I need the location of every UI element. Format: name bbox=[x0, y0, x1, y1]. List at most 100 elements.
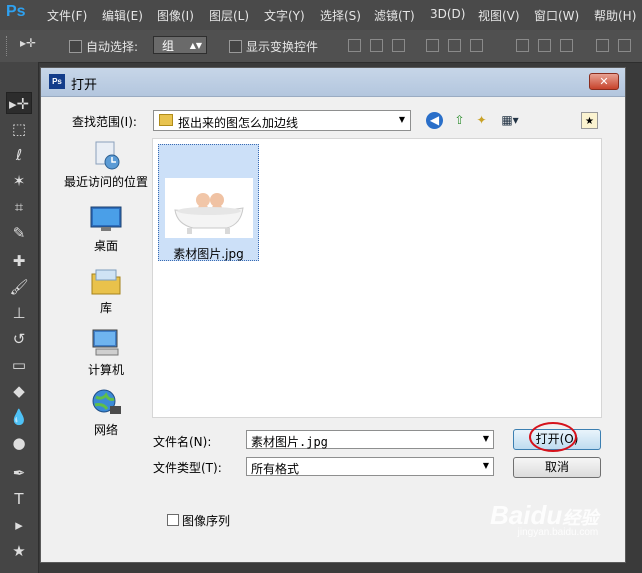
menu-help[interactable]: 帮助(H) bbox=[594, 7, 636, 24]
distribute-bottom-icon[interactable] bbox=[560, 39, 573, 52]
favorites-folder-icon[interactable]: ★ bbox=[581, 112, 598, 129]
move-tool-icon[interactable]: ▸✛ bbox=[6, 92, 32, 114]
menu-edit[interactable]: 编辑(E) bbox=[102, 7, 143, 24]
path-select-tool-icon[interactable]: ▸ bbox=[6, 514, 32, 536]
options-bar-grip[interactable] bbox=[6, 36, 10, 56]
place-computer[interactable]: 计算机 bbox=[58, 328, 154, 378]
chevron-down-icon[interactable]: ▼ bbox=[483, 434, 489, 443]
place-label: 库 bbox=[99, 301, 112, 315]
crop-tool-icon[interactable]: ⌗ bbox=[6, 196, 32, 218]
image-sequence-checkbox[interactable] bbox=[167, 514, 179, 526]
menu-layer[interactable]: 图层(L) bbox=[209, 7, 249, 24]
menu-file[interactable]: 文件(F) bbox=[47, 7, 87, 24]
shape-tool-icon[interactable]: ★ bbox=[6, 540, 32, 562]
auto-select-checkbox[interactable] bbox=[69, 40, 82, 53]
paint-bucket-tool-icon[interactable]: ◆ bbox=[6, 380, 32, 402]
align-top-icon[interactable] bbox=[348, 39, 361, 52]
dialog-titlebar[interactable]: Ps 打开 ✕ bbox=[41, 68, 625, 97]
align-bottom-icon[interactable] bbox=[392, 39, 405, 52]
places-bar: 最近访问的位置 桌面 库 计算机 网络 bbox=[58, 136, 154, 492]
place-network[interactable]: 网络 bbox=[58, 388, 154, 438]
eraser-tool-icon[interactable]: ▭ bbox=[6, 354, 32, 376]
lasso-tool-icon[interactable]: ℓ bbox=[6, 144, 32, 166]
dialog-title: 打开 bbox=[71, 78, 98, 93]
file-name: 素材图片.jpg bbox=[173, 247, 244, 261]
menu-select[interactable]: 选择(S) bbox=[320, 7, 361, 24]
move-tool-preset-icon[interactable]: ▸✛ bbox=[20, 36, 36, 50]
marquee-tool-icon[interactable]: ⬚ bbox=[6, 118, 32, 140]
align-hcenter-icon[interactable] bbox=[448, 39, 461, 52]
distribute-hcenter-icon[interactable] bbox=[618, 39, 631, 52]
file-type-label: 文件类型(T): bbox=[153, 461, 222, 475]
distribute-top-icon[interactable] bbox=[516, 39, 529, 52]
new-folder-icon[interactable]: ✦ bbox=[473, 112, 490, 129]
healing-tool-icon[interactable]: ✚ bbox=[6, 250, 32, 272]
open-dialog: Ps 打开 ✕ 查找范围(I): 抠出来的图怎么加边线 ▼ ◀ ⇧ ✦ ▦▾ ★… bbox=[40, 67, 626, 563]
photoshop-app-icon: Ps bbox=[49, 74, 65, 89]
menu-3d[interactable]: 3D(D) bbox=[430, 7, 465, 21]
computer-icon bbox=[90, 328, 122, 358]
options-bar: ▸✛ 自动选择: 组 ▲▼ 显示变换控件 bbox=[0, 30, 642, 63]
stamp-tool-icon[interactable]: ⊥ bbox=[6, 302, 32, 324]
cancel-button[interactable]: 取消 bbox=[513, 457, 601, 478]
menu-image[interactable]: 图像(I) bbox=[157, 7, 194, 24]
distribute-left-icon[interactable] bbox=[596, 39, 609, 52]
place-label: 桌面 bbox=[93, 239, 118, 253]
file-type-dropdown[interactable]: 所有格式 ▼ bbox=[246, 457, 494, 476]
auto-select-value: 组 bbox=[162, 39, 175, 53]
place-label: 计算机 bbox=[87, 363, 124, 377]
recent-places-icon bbox=[90, 140, 122, 170]
brush-tool-icon[interactable]: 🖌 bbox=[6, 276, 32, 298]
eyedropper-tool-icon[interactable]: ✎ bbox=[6, 222, 32, 244]
libraries-icon bbox=[90, 266, 122, 296]
file-item[interactable]: 素材图片.jpg bbox=[158, 144, 259, 261]
chevron-down-icon: ▼ bbox=[482, 461, 489, 470]
history-brush-tool-icon[interactable]: ↺ bbox=[6, 328, 32, 350]
chevron-down-icon: ▼ bbox=[398, 115, 405, 124]
baidu-watermark: Baidu经验 jingyan.baidu.com bbox=[490, 500, 598, 538]
file-name-input[interactable]: 素材图片.jpg ▼ bbox=[246, 430, 494, 449]
menu-bar: Ps 文件(F) 编辑(E) 图像(I) 图层(L) 文字(Y) 选择(S) 滤… bbox=[0, 0, 642, 30]
network-icon bbox=[90, 388, 122, 418]
align-vcenter-icon[interactable] bbox=[370, 39, 383, 52]
file-list[interactable]: 素材图片.jpg bbox=[152, 138, 602, 418]
file-name-value: 素材图片.jpg bbox=[251, 435, 328, 449]
file-name-label: 文件名(N): bbox=[153, 435, 212, 449]
look-in-dropdown[interactable]: 抠出来的图怎么加边线 ▼ bbox=[153, 110, 411, 131]
look-in-label: 查找范围(I): bbox=[72, 115, 137, 129]
desktop-icon bbox=[90, 204, 122, 234]
place-recent[interactable]: 最近访问的位置 bbox=[58, 140, 154, 190]
pen-tool-icon[interactable]: ✒ bbox=[6, 462, 32, 484]
chevron-updown-icon: ▲▼ bbox=[189, 41, 202, 50]
photoshop-logo: Ps bbox=[6, 3, 26, 20]
place-libraries[interactable]: 库 bbox=[58, 266, 154, 316]
distribute-vcenter-icon[interactable] bbox=[538, 39, 551, 52]
menu-type[interactable]: 文字(Y) bbox=[264, 7, 305, 24]
back-icon[interactable]: ◀ bbox=[426, 112, 443, 129]
look-in-value: 抠出来的图怎么加边线 bbox=[178, 116, 299, 130]
show-transform-checkbox[interactable] bbox=[229, 40, 242, 53]
view-menu-icon[interactable]: ▦▾ bbox=[497, 112, 523, 129]
show-transform-label: 显示变换控件 bbox=[246, 40, 319, 54]
up-folder-icon[interactable]: ⇧ bbox=[451, 112, 468, 129]
dodge-tool-icon[interactable]: ● bbox=[6, 432, 32, 454]
align-right-icon[interactable] bbox=[470, 39, 483, 52]
place-desktop[interactable]: 桌面 bbox=[58, 204, 154, 254]
auto-select-label: 自动选择: bbox=[86, 40, 139, 54]
file-type-value: 所有格式 bbox=[251, 462, 300, 476]
blur-tool-icon[interactable]: 💧 bbox=[6, 406, 32, 428]
image-sequence-label: 图像序列 bbox=[182, 514, 231, 528]
place-label: 最近访问的位置 bbox=[63, 175, 148, 189]
magic-wand-tool-icon[interactable]: ✶ bbox=[6, 170, 32, 192]
close-button[interactable]: ✕ bbox=[589, 73, 619, 90]
align-left-icon[interactable] bbox=[426, 39, 439, 52]
highlight-circle bbox=[529, 422, 577, 452]
menu-filter[interactable]: 滤镜(T) bbox=[374, 7, 415, 24]
type-tool-icon[interactable]: T bbox=[6, 488, 32, 510]
file-thumbnail bbox=[165, 178, 253, 238]
folder-icon bbox=[159, 114, 173, 126]
auto-select-dropdown[interactable]: 组 ▲▼ bbox=[153, 36, 207, 54]
menu-window[interactable]: 窗口(W) bbox=[534, 7, 579, 24]
menu-view[interactable]: 视图(V) bbox=[478, 7, 520, 24]
place-label: 网络 bbox=[93, 423, 118, 437]
